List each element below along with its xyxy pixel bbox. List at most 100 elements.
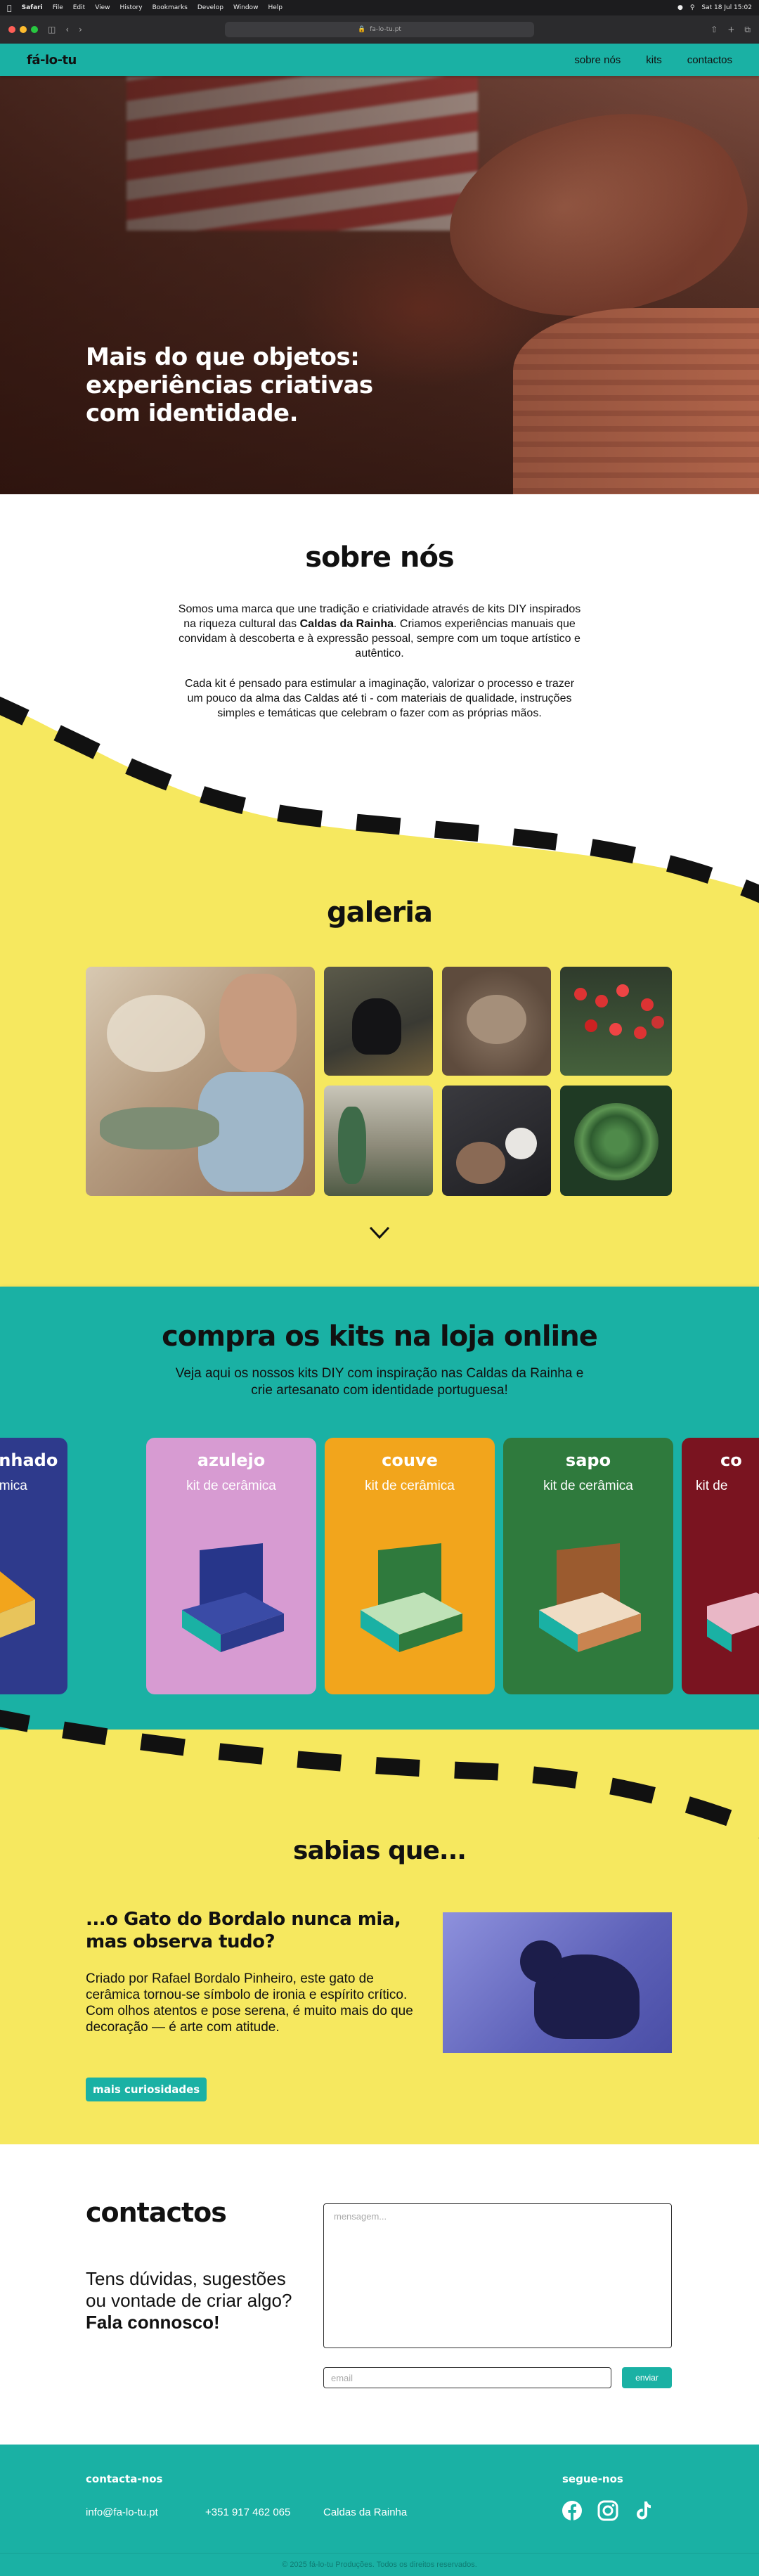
browser-toolbar: ◫ ‹ › 🔒 fa-lo-tu.pt ⇧ + ⧉ <box>0 15 759 44</box>
gallery-photo-hands-clay[interactable] <box>442 967 551 1076</box>
address-bar[interactable]: 🔒 fa-lo-tu.pt <box>225 22 534 37</box>
gallery-photo-street[interactable] <box>324 1086 433 1196</box>
menu-view[interactable]: View <box>95 4 110 11</box>
sabias-text: Criado por Rafael Bordalo Pinheiro, este… <box>86 1971 430 2035</box>
minimize-window-button[interactable] <box>20 26 27 33</box>
kit-card-sapo[interactable]: sapo kit de cerâmica <box>503 1438 673 1694</box>
lock-icon: 🔒 <box>358 26 366 33</box>
tabs-overview-icon[interactable]: ⧉ <box>744 25 751 35</box>
zoom-window-button[interactable] <box>31 26 38 33</box>
forward-icon[interactable]: › <box>79 25 82 34</box>
kit-box-image <box>361 1543 462 1652</box>
menu-history[interactable]: History <box>120 4 143 11</box>
clock[interactable]: Sat 18 Jul 15:02 <box>701 4 752 11</box>
kit-type: kit de cerâmica <box>365 1479 455 1493</box>
sabias-text-2: Com olhos atentos e pose serena, é muito… <box>86 2004 413 2035</box>
kit-box-image <box>182 1543 284 1652</box>
url-text: fa-lo-tu.pt <box>370 26 401 33</box>
contactos-question-text: Tens dúvidas, sugestões ou vontade de cr… <box>86 2268 292 2311</box>
menu-help[interactable]: Help <box>268 4 283 11</box>
kit-box-image <box>539 1543 641 1652</box>
chevron-down-icon[interactable] <box>368 1221 391 1244</box>
gallery-photo-green-bowls[interactable] <box>560 1086 672 1196</box>
sabias-cat-image <box>443 1912 672 2053</box>
photo-detail <box>219 974 297 1072</box>
back-icon[interactable]: ‹ <box>65 25 69 34</box>
kit-type: kit de cerâmica <box>543 1479 633 1493</box>
photo-detail <box>520 1940 562 1983</box>
page:  Safari File Edit View History Bookmark… <box>0 0 759 2576</box>
sobre-p1-highlight: Caldas da Rainha <box>299 618 394 630</box>
menu-bookmarks[interactable]: Bookmarks <box>153 4 188 11</box>
nav-link-kits[interactable]: kits <box>646 54 662 66</box>
kit-card-partial[interactable]: co kit de <box>682 1438 759 1694</box>
photo-detail <box>505 1128 537 1159</box>
tiktok-icon[interactable] <box>632 2499 655 2522</box>
footer-location: Caldas da Rainha <box>323 2506 408 2518</box>
menu-develop[interactable]: Develop <box>197 4 223 11</box>
gallery-photo-painting[interactable] <box>442 1086 551 1196</box>
galeria-title: galeria <box>327 896 433 929</box>
photo-detail <box>574 988 587 1000</box>
mais-curiosidades-button[interactable]: mais curiosidades <box>86 2078 207 2101</box>
sabias-text-1: Criado por Rafael Bordalo Pinheiro, este… <box>86 1971 408 2002</box>
kit-name: sapo <box>565 1450 611 1470</box>
photo-detail <box>100 1107 219 1149</box>
email-input[interactable]: email <box>323 2367 611 2388</box>
photo-detail <box>456 1142 505 1184</box>
search-icon[interactable]: ⚲ <box>690 4 695 11</box>
footer-email-link[interactable]: info@fa-lo-tu.pt <box>86 2506 158 2518</box>
macos-menubar:  Safari File Edit View History Bookmark… <box>0 0 759 15</box>
facebook-icon[interactable] <box>561 2499 583 2522</box>
sobre-paragraph-1: Somos uma marca que une tradição e criat… <box>176 602 583 661</box>
photo-detail <box>338 1107 366 1184</box>
send-button[interactable]: enviar <box>622 2367 672 2388</box>
apple-icon[interactable]:  <box>7 4 12 13</box>
nav-link-contactos[interactable]: contactos <box>687 54 732 66</box>
hero-overlay <box>0 76 759 494</box>
menu-window[interactable]: Window <box>233 4 259 11</box>
window-controls <box>8 26 38 33</box>
hero-headline: Mais do que objetos: experiências criati… <box>86 343 373 427</box>
kit-type: kit de cerâmica <box>186 1479 276 1493</box>
close-window-button[interactable] <box>8 26 15 33</box>
kit-name: azulejo <box>197 1450 266 1470</box>
gallery-photo-ceramic-flowers[interactable] <box>560 967 672 1076</box>
wifi-icon[interactable]: ● <box>677 4 683 11</box>
contactos-title: contactos <box>86 2197 227 2228</box>
dashed-line-2 <box>0 1709 759 1838</box>
site-header: fá-lo-tu sobre nós kits contactos <box>0 44 759 76</box>
menu-edit[interactable]: Edit <box>73 4 85 11</box>
kit-name: co <box>720 1450 742 1470</box>
instagram-icon[interactable] <box>597 2499 619 2522</box>
menu-safari[interactable]: Safari <box>22 4 43 11</box>
kit-box-image <box>0 1571 35 1638</box>
kit-type: kit de cerâmica <box>0 1479 27 1493</box>
kit-name: couve <box>382 1450 438 1470</box>
kit-type: kit de <box>696 1479 728 1493</box>
photo-detail <box>574 1103 659 1180</box>
share-icon[interactable]: ⇧ <box>711 25 718 35</box>
gallery-photo-cat-figure[interactable] <box>324 967 433 1076</box>
menu-file[interactable]: File <box>53 4 63 11</box>
kit-card-azulejo[interactable]: azulejo kit de cerâmica <box>146 1438 316 1694</box>
sabias-title: sabias que... <box>293 1836 467 1865</box>
nav-link-sobre-nos[interactable]: sobre nós <box>574 54 621 66</box>
sabias-heading: ...o Gato do Bordalo nunca mia, mas obse… <box>86 1909 401 1952</box>
shop-title: compra os kits na loja online <box>162 1320 598 1353</box>
message-textarea[interactable]: mensagem... <box>323 2203 672 2348</box>
main-nav: sobre nós kits contactos <box>574 54 732 66</box>
site-logo[interactable]: fá-lo-tu <box>27 53 77 67</box>
footer-contact-heading: contacta-nos <box>86 2473 163 2485</box>
shop-section: compra os kits na loja online Veja aqui … <box>0 1287 759 1730</box>
site-footer: contacta-nos info@fa-lo-tu.pt +351 917 4… <box>0 2445 759 2553</box>
new-tab-icon[interactable]: + <box>727 25 734 35</box>
sidebar-toggle-icon[interactable]: ◫ <box>48 25 56 34</box>
photo-detail <box>467 995 526 1044</box>
footer-phone-link[interactable]: +351 917 462 065 <box>205 2506 290 2518</box>
kit-card-gato-assanhado[interactable]: gato assanhado kit de cerâmica <box>0 1438 67 1694</box>
kit-card-couve[interactable]: couve kit de cerâmica <box>325 1438 495 1694</box>
footer-social-heading: segue-nos <box>562 2473 623 2485</box>
shop-subtitle: Veja aqui os nossos kits DIY com inspira… <box>175 1366 584 1398</box>
gallery-photo-kids-clay[interactable] <box>86 967 315 1196</box>
